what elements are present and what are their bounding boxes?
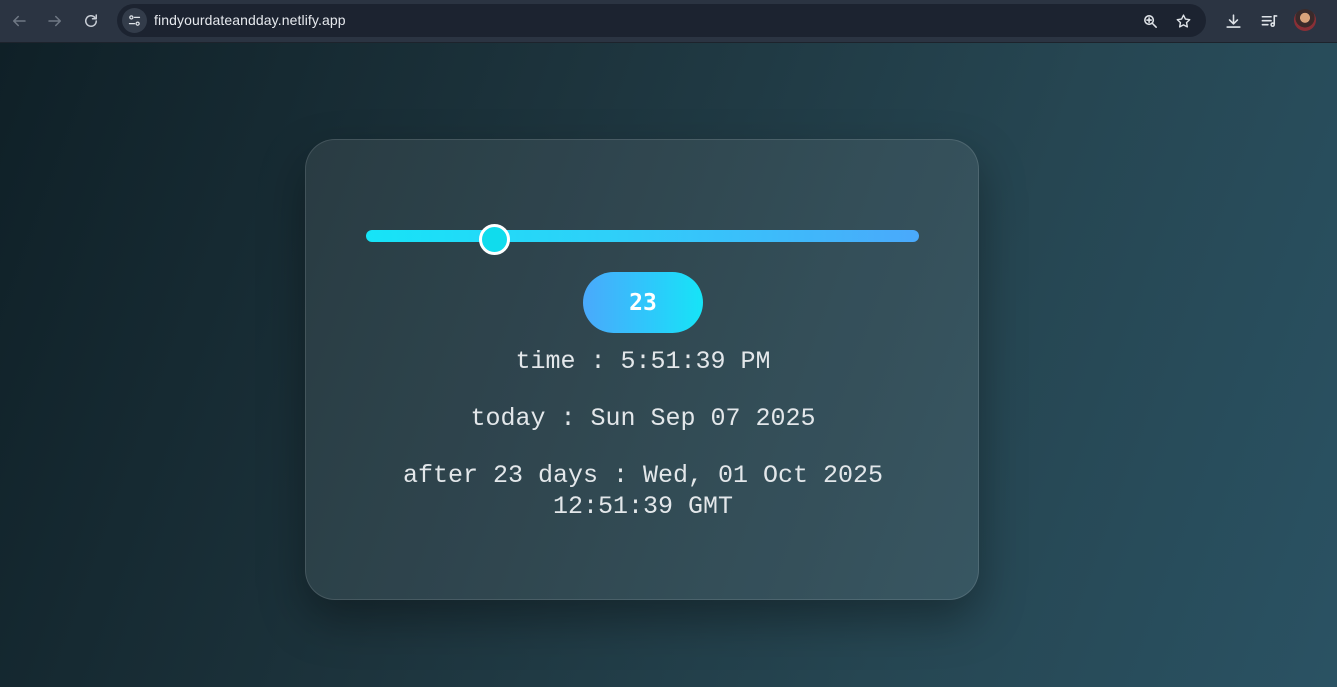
address-bar[interactable]: findyourdateandday.netlify.app: [117, 4, 1206, 37]
site-info-icon[interactable]: [122, 8, 147, 33]
page-background: 23 time : 5:51:39 PM today : Sun Sep 07 …: [0, 43, 1337, 687]
profile-avatar[interactable]: [1294, 9, 1316, 31]
future-date-text: after 23 days : Wed, 01 Oct 2025: [402, 461, 884, 490]
reload-icon[interactable]: [79, 9, 103, 33]
date-calculator-card: 23 time : 5:51:39 PM today : Sun Sep 07 …: [305, 139, 979, 600]
forward-arrow-icon[interactable]: [43, 9, 67, 33]
days-value-badge: 23: [583, 272, 703, 333]
future-time-text: 12:51:39 GMT: [552, 492, 734, 521]
today-date-text: today : Sun Sep 07 2025: [470, 404, 816, 433]
url-text[interactable]: findyourdateandday.netlify.app: [154, 12, 346, 28]
back-arrow-icon[interactable]: [7, 9, 31, 33]
media-controls-icon[interactable]: [1258, 10, 1280, 32]
zoom-icon[interactable]: [1140, 11, 1160, 31]
slider-thumb[interactable]: [479, 224, 511, 255]
slider-track[interactable]: [366, 230, 919, 242]
browser-toolbar: findyourdateandday.netlify.app: [0, 0, 1337, 43]
current-time-text: time : 5:51:39 PM: [515, 347, 771, 376]
days-slider[interactable]: [366, 224, 919, 255]
bookmark-star-icon[interactable]: [1173, 11, 1193, 31]
download-icon[interactable]: [1222, 10, 1244, 32]
